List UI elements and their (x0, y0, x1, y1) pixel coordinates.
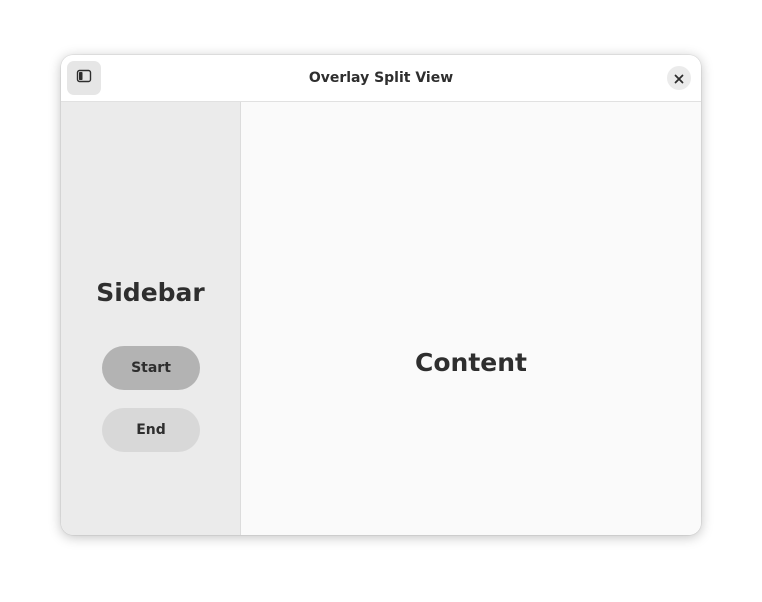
window-title: Overlay Split View (308, 70, 454, 86)
end-button-label: End (136, 422, 166, 438)
start-button[interactable]: Start (102, 346, 200, 390)
start-button-label: Start (131, 360, 171, 376)
sidebar-pane: Sidebar Start End (61, 102, 241, 535)
sidebar-show-icon (76, 68, 92, 88)
end-button[interactable]: End (102, 408, 200, 452)
content-pane: Content (241, 102, 701, 535)
content-title: Content (415, 348, 527, 377)
close-icon (674, 69, 684, 88)
headerbar: Overlay Split View (61, 55, 701, 102)
app-window: Overlay Split View Sidebar Start End Con… (61, 55, 701, 535)
sidebar-toggle-button[interactable] (67, 61, 101, 95)
sidebar-title: Sidebar (96, 278, 205, 307)
close-button[interactable] (667, 66, 691, 90)
